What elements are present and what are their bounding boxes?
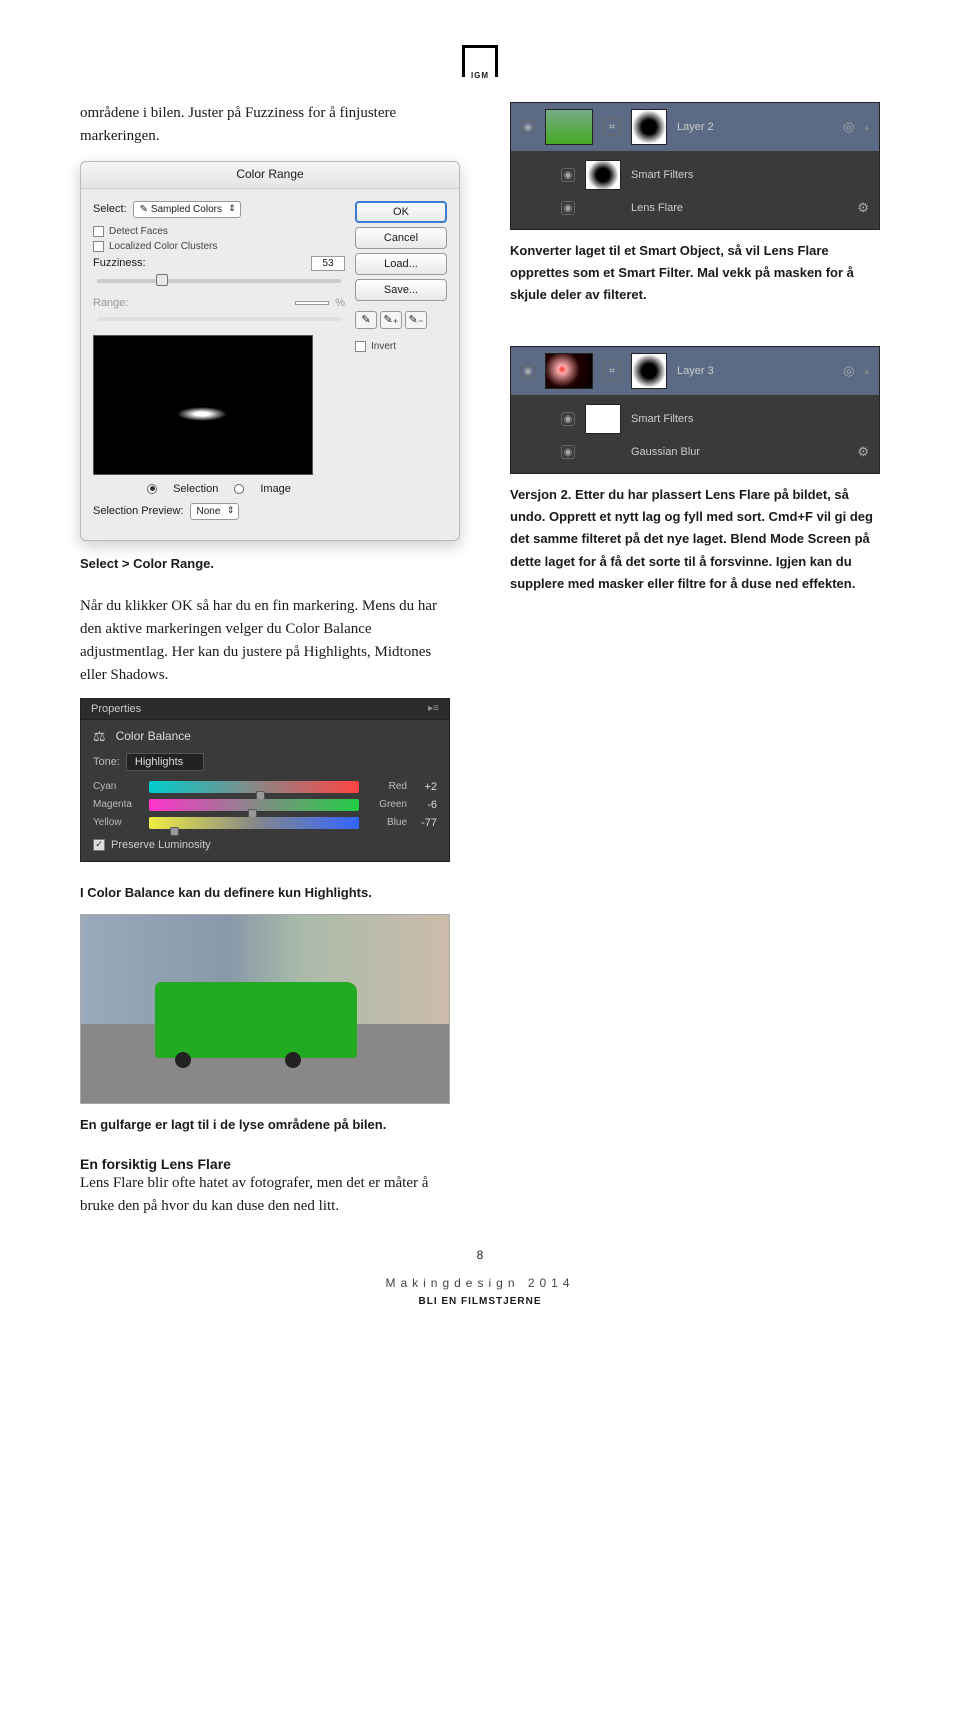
invert-label: Invert (371, 341, 396, 352)
intro-text: områdene i bilen. Juster på Fuzziness fo… (80, 102, 460, 149)
eyedropper-add-icon[interactable]: ✎₊ (380, 311, 402, 329)
eye-icon[interactable]: ◉ (521, 364, 535, 378)
localized-label: Localized Color Clusters (109, 241, 217, 252)
green-label: Green (365, 799, 407, 810)
filter-mask (585, 404, 621, 434)
selection-radio[interactable] (147, 484, 157, 494)
footer-line2: BLI EN FILMSTJERNE (80, 1296, 880, 1307)
color-range-dialog: Color Range Select: ✎ Sampled Colors Det… (80, 161, 460, 541)
caption-konverter: Konverter laget til et Smart Object, så … (510, 240, 880, 306)
range-slider (97, 317, 341, 321)
mask-thumb (631, 353, 667, 389)
smart-filters-label: Smart Filters (631, 169, 869, 181)
gaussian-blur-filter[interactable]: Gaussian Blur (631, 446, 847, 458)
link-icon[interactable]: ⌗ (603, 362, 621, 380)
range-label: Range: (93, 297, 128, 309)
para-lens: Lens Flare blir ofte hatet av fotografer… (80, 1172, 460, 1219)
properties-tab[interactable]: Properties (91, 703, 141, 715)
smart-object-icon[interactable]: ◎ (843, 363, 854, 379)
cancel-button[interactable]: Cancel (355, 227, 447, 249)
logo-text: IGM (465, 71, 495, 80)
properties-panel: Properties ▸≡ ⚖ Color Balance Tone: Highl… (80, 698, 450, 862)
eye-icon[interactable]: ◉ (561, 168, 575, 182)
smart-filters-label: Smart Filters (631, 413, 869, 425)
image-label: Image (260, 483, 291, 495)
tone-select[interactable]: Highlights (126, 753, 204, 771)
red-label: Red (365, 781, 407, 792)
detect-faces-checkbox[interactable] (93, 226, 104, 237)
eyedropper-icon[interactable]: ✎ (355, 311, 377, 329)
para-ok: Når du klikker OK så har du en fin marke… (80, 595, 460, 688)
magenta-green-value[interactable]: -6 (407, 799, 437, 811)
caption-van: En gulfarge er lagt til i de lyse område… (80, 1114, 460, 1136)
cyan-red-value[interactable]: +2 (407, 781, 437, 793)
filter-options-icon[interactable]: ⚙ (857, 444, 869, 460)
filter-options-icon[interactable]: ⚙ (857, 200, 869, 216)
heading-lens: En forsiktig Lens Flare (80, 1156, 460, 1172)
layers-panel-1: ◉ ⌗ Layer 2 ◎ ▴ ◉ Smart Filters ◉ Lens F (510, 102, 880, 230)
caption-select: Select > Color Range. (80, 553, 460, 575)
balance-icon: ⚖ (93, 728, 106, 745)
eye-icon[interactable]: ◉ (561, 201, 575, 215)
eye-icon[interactable]: ◉ (561, 445, 575, 459)
select-dropdown[interactable]: ✎ Sampled Colors (133, 201, 241, 218)
fuzziness-label: Fuzziness: (93, 257, 146, 269)
caption-versjon2: Versjon 2. Etter du har plassert Lens Fl… (510, 484, 880, 594)
blue-label: Blue (365, 817, 407, 828)
yellow-blue-slider[interactable] (170, 827, 179, 836)
range-input[interactable] (295, 301, 329, 305)
expand-icon[interactable]: ▴ (864, 122, 869, 133)
igm-logo: IGM (80, 45, 880, 77)
expand-icon[interactable]: ▴ (864, 366, 869, 377)
yellow-label: Yellow (93, 817, 143, 828)
dialog-title: Color Range (81, 162, 459, 189)
sel-preview-label: Selection Preview: (93, 505, 184, 517)
fuzziness-slider[interactable] (97, 279, 341, 283)
selection-label: Selection (173, 483, 218, 495)
footer-line1: Makingdesign 2014 (80, 1276, 880, 1290)
save-button[interactable]: Save... (355, 279, 447, 301)
ok-button[interactable]: OK (355, 201, 447, 223)
localized-checkbox[interactable] (93, 241, 104, 252)
layer-name[interactable]: Layer 2 (677, 121, 833, 133)
preserve-label: Preserve Luminosity (111, 839, 211, 851)
select-label: Select: (93, 203, 127, 215)
detect-faces-label: Detect Faces (109, 226, 168, 237)
filter-mask (585, 160, 621, 190)
page-number: 8 (80, 1248, 880, 1262)
caption-colorbalance: I Color Balance kan du definere kun High… (80, 882, 460, 904)
page-footer: 8 Makingdesign 2014 BLI EN FILMSTJERNE (80, 1248, 880, 1307)
link-icon[interactable]: ⌗ (603, 118, 621, 136)
invert-checkbox[interactable] (355, 341, 366, 352)
layer-thumb (545, 109, 593, 145)
cyan-label: Cyan (93, 781, 143, 792)
sel-preview-dropdown[interactable]: None (190, 503, 240, 520)
preserve-checkbox[interactable]: ✓ (93, 839, 105, 851)
lens-flare-filter[interactable]: Lens Flare (631, 202, 847, 214)
fuzziness-input[interactable]: 53 (311, 256, 345, 271)
flyout-icon[interactable]: ▸≡ (428, 703, 439, 714)
image-radio[interactable] (234, 484, 244, 494)
load-button[interactable]: Load... (355, 253, 447, 275)
magenta-label: Magenta (93, 799, 143, 810)
mask-thumb (631, 109, 667, 145)
yellow-blue-value[interactable]: -77 (407, 817, 437, 829)
range-unit: % (335, 297, 345, 309)
layer-name[interactable]: Layer 3 (677, 365, 833, 377)
layer-thumb (545, 353, 593, 389)
eyedropper-sub-icon[interactable]: ✎₋ (405, 311, 427, 329)
van-photo (80, 914, 450, 1104)
tone-label: Tone: (93, 756, 120, 768)
eye-icon[interactable]: ◉ (561, 412, 575, 426)
panel-title: Color Balance (116, 729, 191, 743)
layers-panel-2: ◉ ⌗ Layer 3 ◎ ▴ ◉ Smart Filters ◉ Gaussi (510, 346, 880, 474)
preview-area (93, 335, 313, 475)
eye-icon[interactable]: ◉ (521, 120, 535, 134)
smart-object-icon[interactable]: ◎ (843, 119, 854, 135)
